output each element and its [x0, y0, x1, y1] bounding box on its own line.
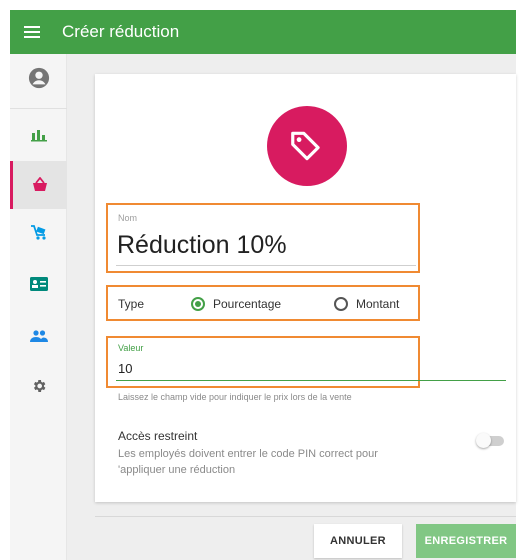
footer-divider [95, 516, 516, 517]
hamburger-menu-icon[interactable] [10, 10, 54, 54]
value-field-label: Valeur [118, 343, 144, 353]
value-field-value: 10 [118, 361, 133, 376]
page-title: Créer réduction [62, 22, 180, 41]
type-label: Type [118, 297, 145, 311]
cancel-button[interactable]: ANNULER [314, 524, 402, 558]
id-card-icon[interactable] [10, 260, 67, 308]
account-circle-icon[interactable] [10, 54, 67, 102]
name-field-label: Nom [118, 213, 138, 223]
sidebar [10, 54, 67, 560]
radio-montant-label[interactable]: Montant [356, 297, 399, 311]
restricted-access-title: Accès restreint [118, 429, 198, 443]
settings-gear-icon[interactable] [10, 362, 67, 410]
name-field[interactable]: Nom Réduction 10% [106, 203, 420, 273]
radio-pourcentage[interactable] [191, 297, 205, 311]
value-field-underline [116, 380, 506, 381]
name-field-value: Réduction 10% [117, 231, 287, 259]
type-field: Type Pourcentage Montant [106, 285, 420, 321]
cart-tag-icon[interactable] [10, 209, 67, 257]
sidebar-divider [10, 108, 67, 109]
people-icon[interactable] [10, 312, 67, 360]
radio-pourcentage-label[interactable]: Pourcentage [213, 297, 281, 311]
name-field-underline [116, 265, 416, 266]
restricted-access-description: Les employés doivent entrer le code PIN … [118, 448, 378, 476]
radio-montant[interactable] [334, 297, 348, 311]
app-bar: Créer réduction [10, 10, 516, 54]
bar-chart-icon[interactable] [10, 111, 67, 159]
value-helper-text: Laissez le champ vide pour indiquer le p… [118, 392, 352, 402]
discount-tag-icon [267, 106, 347, 186]
shopping-basket-icon[interactable] [10, 161, 67, 209]
save-button[interactable]: ENREGISTRER [416, 524, 516, 558]
toggle-knob[interactable] [476, 433, 491, 448]
